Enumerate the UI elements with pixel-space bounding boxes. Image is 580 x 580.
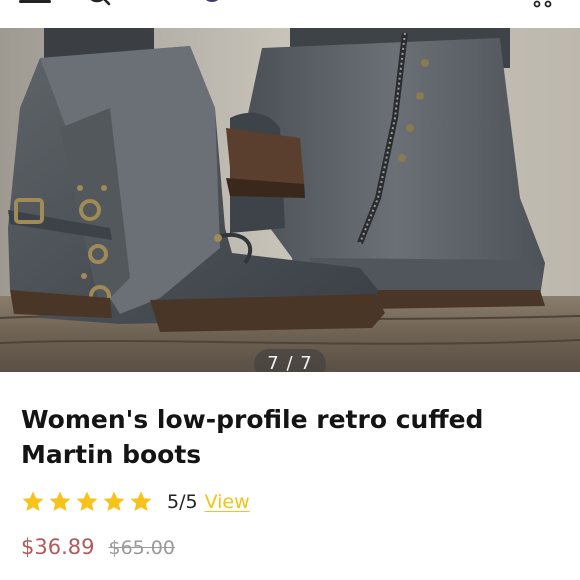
price-block: $36.89 $65.00: [21, 535, 175, 559]
view-reviews-link[interactable]: View: [205, 491, 250, 513]
hamburger-bar: [19, 0, 51, 3]
star-icon: [130, 491, 152, 511]
sale-price: $36.89: [21, 535, 95, 559]
product-image[interactable]: 7 / 7: [0, 28, 580, 372]
rating-score: 5/5: [167, 491, 198, 513]
top-header: [0, 0, 580, 28]
boots-photo: [0, 28, 580, 372]
star-icon: [103, 491, 125, 511]
original-price: $65.00: [108, 537, 175, 559]
product-title: Women's low-profile retro cuffed Martin …: [21, 405, 484, 469]
star-icon: [49, 491, 71, 511]
brand-logo[interactable]: [198, 0, 378, 8]
product-rating: 5/5 View: [21, 488, 250, 516]
rating-stars: [21, 490, 153, 514]
star-icon: [22, 491, 44, 511]
hamburger-icon[interactable]: [19, 0, 51, 4]
star-icon: [76, 491, 98, 511]
search-icon[interactable]: [86, 0, 112, 8]
image-counter: 7 / 7: [254, 349, 326, 372]
cart-icon[interactable]: [528, 0, 558, 8]
